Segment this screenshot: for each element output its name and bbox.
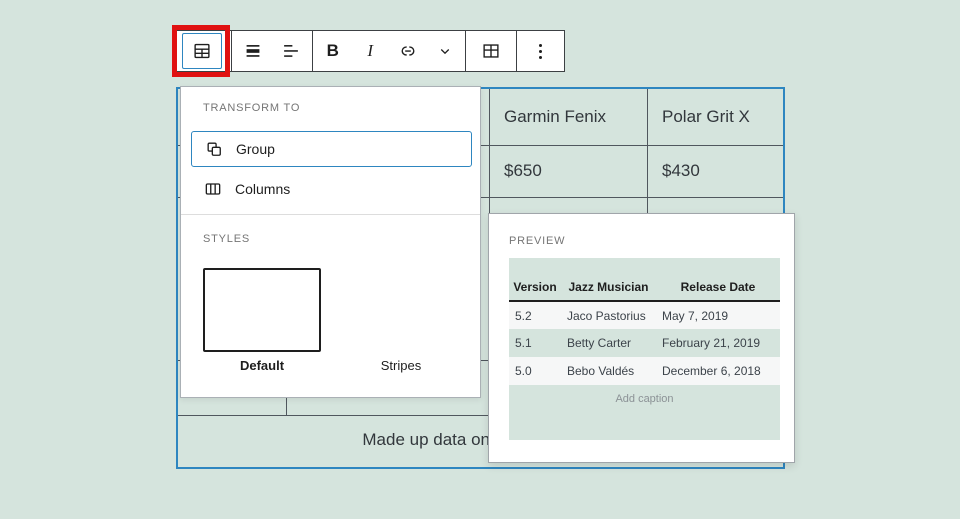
toolbar-group-alignment (231, 31, 313, 71)
toolbar-group-formatting: B I (312, 31, 464, 71)
edit-table-icon (480, 40, 502, 62)
more-formatting-button[interactable] (427, 33, 463, 69)
table-cell-header[interactable]: Garmin Fenix (504, 107, 606, 127)
style-default-label[interactable]: Default (203, 358, 321, 373)
edit-table-button[interactable] (473, 33, 509, 69)
popover-divider (181, 214, 480, 215)
preview-header-row: Version Jazz Musician Release Date (509, 273, 780, 301)
table-cell-price[interactable]: $430 (662, 161, 700, 181)
transform-option-columns[interactable]: Columns (191, 171, 472, 207)
italic-button[interactable]: I (352, 33, 388, 69)
preview-cell: May 7, 2019 (656, 301, 780, 329)
preview-cell: December 6, 2018 (656, 357, 780, 385)
preview-header-cell: Version (509, 273, 561, 301)
preview-cell: February 21, 2019 (656, 329, 780, 357)
preview-cell: Jaco Pastorius (561, 301, 656, 329)
link-icon (397, 40, 419, 62)
block-align-button[interactable] (235, 33, 271, 69)
transform-option-group[interactable]: Group (191, 131, 472, 167)
bold-button[interactable]: B (315, 33, 351, 69)
kebab-menu-icon (539, 44, 542, 59)
chevron-down-icon (436, 42, 454, 60)
toolbar-group-table (465, 31, 517, 71)
preview-cell: Betty Carter (561, 329, 656, 357)
text-align-button[interactable] (273, 33, 309, 69)
transform-option-label: Columns (235, 181, 290, 197)
block-toolbar: B I (172, 30, 565, 72)
style-stripes-label[interactable]: Stripes (342, 358, 460, 373)
annotation-highlight-box (172, 25, 230, 77)
options-button[interactable] (523, 33, 559, 69)
preview-cell: Bebo Valdés (561, 357, 656, 385)
text-align-left-icon (280, 40, 302, 62)
style-preview-popup: PREVIEW Version Jazz Musician Release Da… (488, 213, 795, 463)
align-none-icon (242, 40, 264, 62)
preview-block: Version Jazz Musician Release Date 5.2 J… (509, 258, 780, 440)
preview-header-cell: Jazz Musician (561, 273, 656, 301)
transform-to-label: TRANSFORM TO (203, 102, 300, 114)
preview-cell: 5.1 (509, 329, 561, 357)
preview-cell: 5.2 (509, 301, 561, 329)
preview-label: PREVIEW (509, 235, 565, 247)
table-caption[interactable]: Made up data on (178, 430, 490, 450)
toolbar-group-options (516, 31, 564, 71)
preview-cell: 5.0 (509, 357, 561, 385)
preview-header-cell: Release Date (656, 273, 780, 301)
table-cell-header[interactable]: Polar Grit X (662, 107, 750, 127)
preview-row: 5.1 Betty Carter February 21, 2019 (509, 329, 780, 357)
columns-icon (203, 179, 223, 199)
transform-option-label: Group (236, 141, 275, 157)
preview-table: Version Jazz Musician Release Date 5.2 J… (509, 273, 780, 385)
style-default-preview[interactable] (203, 268, 321, 352)
preview-row: 5.0 Bebo Valdés December 6, 2018 (509, 357, 780, 385)
styles-label: STYLES (203, 233, 250, 245)
preview-caption-placeholder: Add caption (509, 385, 780, 413)
group-icon (204, 139, 224, 159)
preview-row: 5.2 Jaco Pastorius May 7, 2019 (509, 301, 780, 329)
table-cell-price[interactable]: $650 (504, 161, 542, 181)
link-button[interactable] (390, 33, 426, 69)
block-switcher-popover: TRANSFORM TO Group Columns STYLES Defaul… (180, 86, 481, 398)
